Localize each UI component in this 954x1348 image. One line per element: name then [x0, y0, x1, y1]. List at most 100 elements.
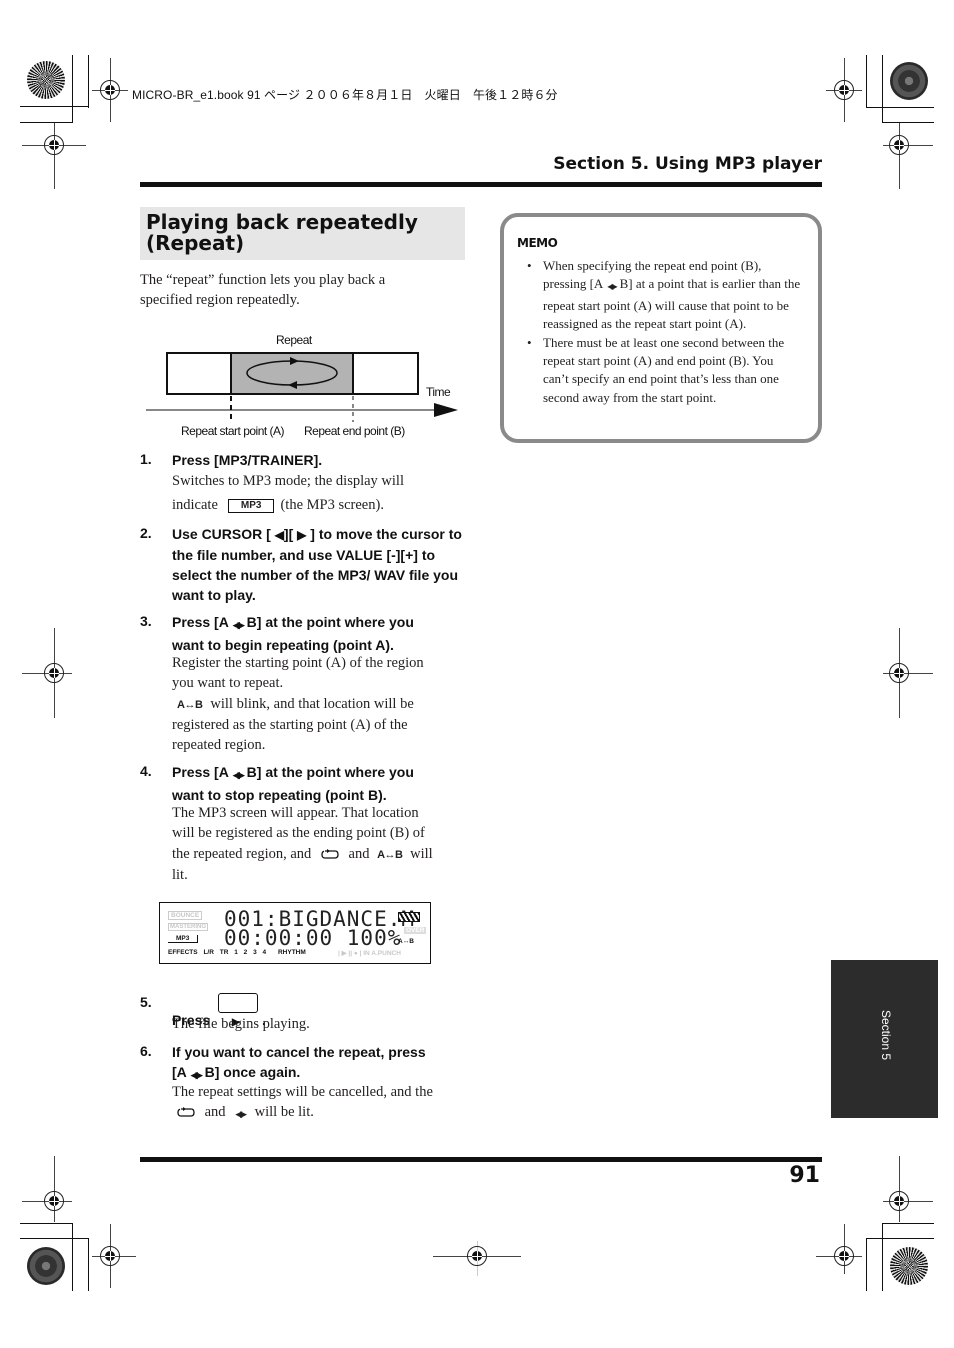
battery-icon [398, 912, 420, 922]
crop-line [20, 122, 73, 123]
step-number: 4. [140, 763, 152, 779]
repeat-loop-icon [321, 848, 339, 859]
memo-logo-icon: MEMO [517, 236, 558, 250]
step-text: Use CURSOR [ [172, 526, 271, 542]
step-number: 1. [140, 451, 152, 467]
step-title-line: want to begin repeating (point A). [172, 637, 394, 653]
lcd-bottom-labels: EFFECTS L/R TR 1 2 3 4 RHYTHM [168, 949, 306, 956]
intro-line: specified region repeatedly. [140, 292, 300, 308]
step-text: and [204, 1104, 226, 1121]
step-text: B] at the point where you [246, 764, 414, 780]
step-text: will [410, 845, 433, 862]
step-body-line: and ◀▶ will be lit. [172, 1102, 472, 1124]
crop-line [20, 106, 89, 107]
step-body: The repeat settings will be cancelled, a… [172, 1082, 472, 1125]
color-bar-starburst-icon [27, 61, 65, 99]
memo-list: When specifying the repeat end point (B)… [527, 257, 802, 407]
lcd-label: L/R [203, 949, 214, 956]
running-section-title: Section 5. Using MP3 player [553, 154, 822, 174]
step-body-line: the repeated region, and and A↔B will [172, 844, 472, 865]
step-title-line: If you want to cancel the repeat, press [172, 1044, 426, 1060]
step-title-line: Press [A ◀▶ B] at the point where you [172, 762, 472, 785]
cursor-left-icon: ◀ [274, 528, 284, 542]
cursor-right-icon: ▶ [297, 528, 307, 542]
lcd-label: RHYTHM [277, 949, 306, 956]
step-title-line: Press [A ◀▶ B] at the point where you [172, 612, 472, 635]
step-body-line: Switches to MP3 mode; the display will [172, 473, 404, 489]
mp3-lcd-display: BOUNCE MASTERING MP3 001:BIGDANCE.M 00:0… [159, 902, 431, 964]
crop-line [88, 55, 89, 108]
step-text: Press [A [172, 614, 229, 630]
step-title: Use CURSOR [ ◀][ ▶ ] to move the cursor … [172, 524, 472, 605]
lcd-label: 1 [234, 949, 238, 956]
lcd-label: 2 [243, 949, 248, 956]
crop-line [866, 107, 934, 108]
ab-repeat-indicator-icon: A↔B [377, 848, 403, 861]
step-body: The MP3 screen will appear. That locatio… [172, 803, 472, 885]
step-body-line: Register the starting point (A) of the r… [172, 655, 424, 671]
step-number: 2. [140, 525, 152, 541]
step-text: will be lit. [254, 1104, 314, 1121]
step-body-line: registered as the starting point (A) of … [172, 716, 408, 733]
step-text: will blink, and that location will be [210, 695, 414, 712]
lcd-mp3-label: MP3 [168, 935, 199, 943]
crop-line [882, 1223, 934, 1224]
diagram-time-label: Time [426, 385, 451, 399]
lcd-label: EFFECTS [168, 949, 198, 956]
lcd-bounce-label: BOUNCE [168, 911, 203, 920]
intro-line: The “repeat” function lets you play back… [140, 272, 386, 288]
step-title: If you want to cancel the repeat, press … [172, 1042, 472, 1085]
lcd-transport-labels: | ▶ || ● | IN A.PUNCH [338, 950, 401, 957]
lcd-mastering-label: MASTERING [168, 923, 208, 931]
crop-line [866, 55, 867, 108]
step-text: and [348, 845, 370, 862]
side-tab-label: Section 5 [879, 1010, 893, 1061]
step-body-line: lit. [172, 866, 188, 883]
step-text: the repeated region, and [172, 845, 312, 862]
color-bar-starburst-icon [890, 1247, 928, 1285]
heading-line: Playing back repeatedly [146, 210, 418, 234]
header-rule [140, 182, 822, 187]
heading-line: (Repeat) [146, 231, 245, 255]
crop-line [20, 1223, 73, 1224]
step-body-line: The MP3 screen will appear. That locatio… [172, 805, 419, 821]
crop-line [866, 1238, 934, 1239]
crop-line [882, 122, 934, 123]
time-arrow-icon [434, 403, 458, 417]
memo-item: There must be at least one second betwee… [527, 334, 802, 408]
repeat-diagram: Repeat Time Repeat start point (A) Repea… [140, 330, 470, 445]
intro-paragraph: The “repeat” function lets you play back… [140, 270, 460, 310]
page-heading: Playing back repeatedly (Repeat) [146, 212, 418, 254]
mp3-screen-indicator-icon: MP3 [227, 499, 275, 514]
step-text: ][ [283, 526, 294, 542]
ab-repeat-indicator-icon: A↔B [177, 698, 203, 711]
crop-line [20, 1238, 89, 1239]
step-text: ] to move the [310, 526, 398, 542]
lcd-ab-indicator: A↔B [398, 938, 414, 945]
step-body: Switches to MP3 mode; the display will i… [172, 471, 472, 516]
color-bar-starburst-icon [27, 1247, 65, 1285]
lcd-time-line: 00:00:00 100% [224, 926, 402, 950]
step-text: B] once again. [204, 1064, 301, 1080]
step-number: 5. [140, 994, 152, 1010]
ab-arrows-icon: ◀▶ [235, 1109, 247, 1120]
step-title: Press [A ◀▶ B] at the point where you want… [172, 762, 472, 805]
lcd-label: 3 [253, 949, 257, 956]
step-text: [A [172, 1064, 187, 1080]
step-body-line: The repeat settings will be cancelled, a… [172, 1084, 433, 1100]
color-bar-starburst-icon [890, 62, 928, 100]
step-title: Press [MP3/TRAINER]. [172, 452, 323, 468]
step-title-line: want to stop repeating (point B). [172, 787, 387, 803]
lcd-label: TR [219, 949, 229, 956]
step-text: B] at the point where you [246, 614, 414, 630]
step-body: Register the starting point (A) of the r… [172, 653, 472, 755]
footer-rule [140, 1157, 822, 1162]
diagram-end-label: Repeat end point (B) [304, 424, 405, 438]
step-number: 3. [140, 613, 152, 629]
step-body-line: you want to repeat. [172, 675, 284, 692]
step-title: Press [A ◀▶ B] at the point where you want… [172, 612, 472, 655]
step-body-line: indicate MP3 (the MP3 screen). [172, 495, 472, 515]
step-body-line: A↔B will blink, and that location will be [172, 694, 472, 715]
step-number: 6. [140, 1043, 152, 1059]
diagram-start-label: Repeat start point (A) [181, 424, 285, 438]
